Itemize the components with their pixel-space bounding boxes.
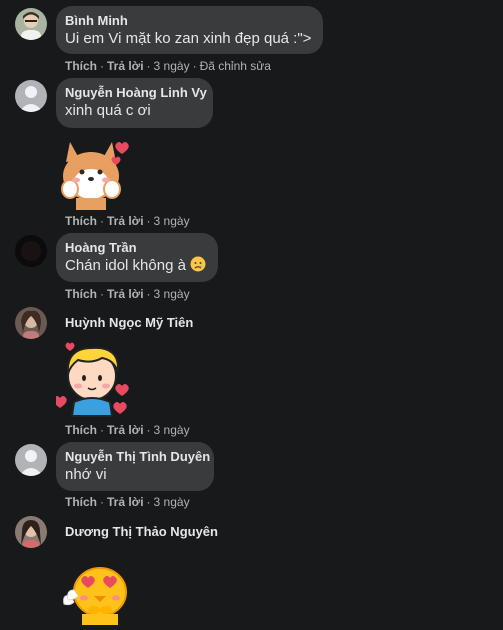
separator-dot: · [100, 287, 104, 301]
comment-text: nhớ vi [65, 466, 107, 483]
like-button[interactable]: Thích [65, 495, 97, 509]
comment-text: xinh quá c ơi [65, 102, 151, 119]
comment-bubble: Bình Minh Ui em Vi mặt ko zan xinh đẹp q… [56, 6, 323, 54]
comment-actions: Thích · Trả lời · 3 ngày [65, 495, 190, 509]
default-avatar-icon[interactable] [15, 80, 47, 112]
separator-dot: · [146, 59, 151, 73]
like-button[interactable]: Thích [65, 214, 97, 228]
blond-boy-sticker [53, 338, 132, 418]
comment-text-content: Chán idol không à [65, 257, 186, 274]
like-button[interactable]: Thích [65, 59, 97, 73]
comment-actions: Thích · Trả lời · 3 ngày [65, 423, 190, 437]
like-button[interactable]: Thích [65, 423, 97, 437]
comment-bubble: Hoàng Trần Chán idol không à [56, 233, 218, 282]
timestamp[interactable]: 3 ngày [154, 287, 190, 301]
avatar[interactable] [15, 8, 47, 40]
separator-dot: · [100, 59, 104, 73]
separator-dot: · [100, 423, 104, 437]
separator-dot: · [146, 214, 151, 228]
separator-dot: · [100, 214, 104, 228]
separator-dot: · [100, 495, 104, 509]
yellow-chick-sticker [60, 556, 140, 625]
reply-button[interactable]: Trả lời [107, 423, 144, 437]
commenter-name[interactable]: Bình Minh [65, 13, 313, 29]
comment-bubble: Nguyễn Hoàng Linh Vy xinh quá c ơi [56, 78, 213, 128]
separator-dot: · [146, 287, 151, 301]
reply-button[interactable]: Trả lời [107, 59, 144, 73]
default-avatar-icon[interactable] [15, 444, 47, 476]
timestamp[interactable]: 3 ngày [154, 214, 190, 228]
like-button[interactable]: Thích [65, 287, 97, 301]
shiba-dog-sticker [56, 134, 134, 210]
sad-crying-face-emoji [190, 256, 206, 272]
comment-text: Chán idol không à [65, 256, 208, 276]
commenter-name[interactable]: Huỳnh Ngọc Mỹ Tiên [65, 315, 193, 330]
commenter-name[interactable]: Hoàng Trần [65, 240, 208, 256]
commenter-name[interactable]: Dương Thị Thảo Nguyên [65, 524, 218, 539]
avatar[interactable] [15, 307, 47, 339]
commenter-name[interactable]: Nguyễn Thị Tình Duyên [65, 449, 210, 465]
comment-actions: Thích · Trả lời · 3 ngày [65, 287, 190, 301]
reply-button[interactable]: Trả lời [107, 214, 144, 228]
separator-dot: · [192, 59, 197, 73]
commenter-name[interactable]: Nguyễn Hoàng Linh Vy [65, 85, 207, 101]
separator-dot: · [146, 423, 151, 437]
avatar[interactable] [15, 516, 47, 548]
timestamp[interactable]: 3 ngày [154, 423, 190, 437]
timestamp[interactable]: 3 ngày [154, 495, 190, 509]
comment-bubble: Nguyễn Thị Tình Duyên nhớ vi [56, 442, 214, 491]
timestamp[interactable]: 3 ngày [154, 59, 190, 73]
separator-dot: · [146, 495, 151, 509]
reply-button[interactable]: Trả lời [107, 287, 144, 301]
comment-text: Ui em Vi mặt ko zan xinh đẹp quá :"> [65, 30, 312, 47]
edited-label[interactable]: Đã chỉnh sửa [200, 59, 271, 73]
comment-actions: Thích · Trả lời · 3 ngày [65, 214, 190, 228]
avatar[interactable] [15, 235, 47, 267]
comment-actions: Thích · Trả lời · 3 ngày · Đã chỉnh sửa [65, 59, 271, 73]
reply-button[interactable]: Trả lời [107, 495, 144, 509]
